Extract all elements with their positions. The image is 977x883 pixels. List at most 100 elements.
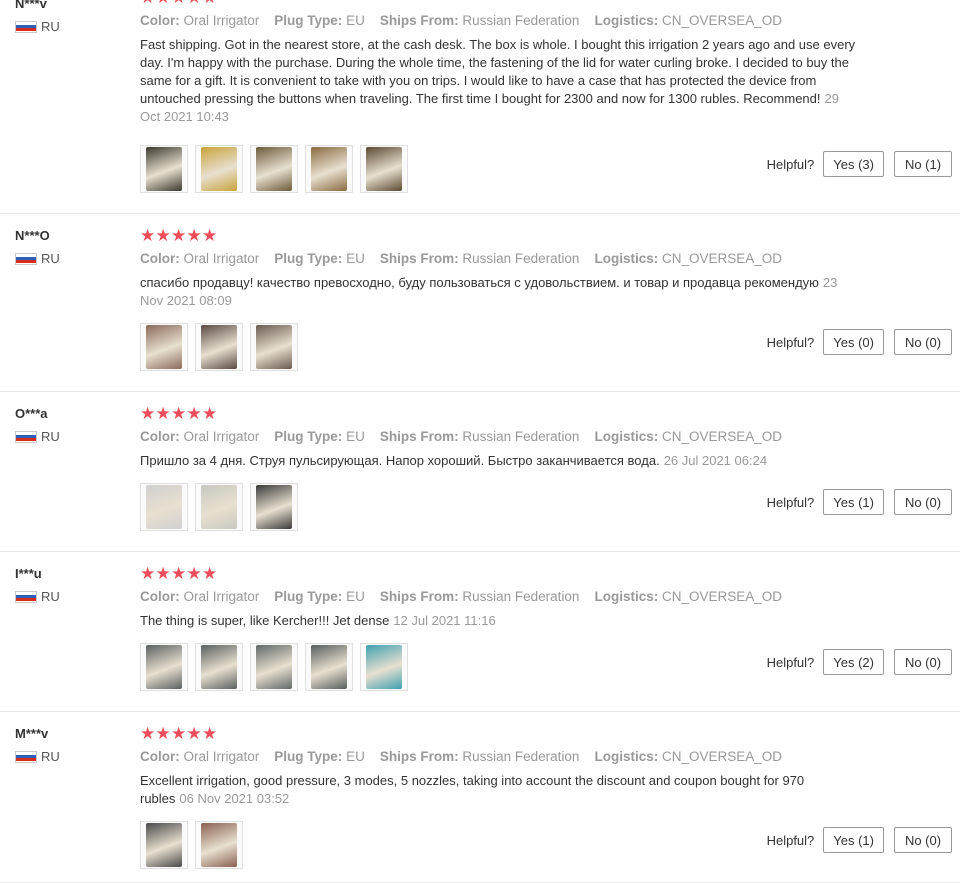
photo-image: [146, 645, 182, 689]
attr-logistics: Logistics: CN_OVERSEA_OD: [594, 748, 782, 766]
star-rating: ★★★★★: [140, 564, 860, 584]
reviewer-country: RU: [15, 19, 125, 34]
review-photo-thumbnail[interactable]: [140, 483, 188, 531]
star-icon: ★: [202, 225, 218, 246]
attr-plug-type: Plug Type: EU: [274, 588, 365, 606]
review-photo-thumbnail[interactable]: [250, 643, 298, 691]
review-photo-thumbnail[interactable]: [195, 643, 243, 691]
attr-plug-type-label: Plug Type:: [274, 13, 343, 28]
review-photo-thumbnail[interactable]: [140, 821, 188, 869]
review-photo-thumbnail[interactable]: [195, 323, 243, 371]
attr-plug-type-label: Plug Type:: [274, 251, 343, 266]
review-photo-thumbnail[interactable]: [140, 145, 188, 193]
attr-logistics: Logistics: CN_OVERSEA_OD: [594, 428, 782, 446]
review-body: The thing is super, like Kercher!!! Jet …: [140, 613, 390, 628]
attr-ships-from-value: Russian Federation: [462, 589, 580, 604]
star-icon: ★: [155, 563, 171, 584]
review-photo-thumbnail[interactable]: [195, 145, 243, 193]
star-icon: ★: [171, 563, 187, 584]
attr-ships-from-value: Russian Federation: [462, 13, 580, 28]
helpful-no-button[interactable]: No (0): [894, 329, 952, 355]
star-icon: ★: [186, 723, 202, 744]
review-photo-thumbnail[interactable]: [305, 145, 353, 193]
helpful-votes: Helpful? Yes (1) No (0): [767, 489, 952, 515]
review-photo-thumbnail[interactable]: [250, 145, 298, 193]
review-item: O***a RU ★ ★ ★ ★ ★ Color: Oral Irrigator Plug Ty…: [0, 392, 960, 552]
star-icon: ★: [140, 225, 156, 246]
review-photo-thumbnail[interactable]: [250, 323, 298, 371]
russia-flag-icon: [15, 20, 37, 33]
russia-flag-icon: [15, 252, 37, 265]
helpful-label: Helpful?: [766, 156, 815, 172]
review-photo-thumbnail[interactable]: [360, 145, 408, 193]
helpful-no-button[interactable]: No (0): [894, 489, 952, 515]
attr-logistics-label: Logistics:: [594, 749, 659, 764]
attr-ships-from-label: Ships From:: [379, 251, 459, 266]
attr-color-label: Color:: [140, 251, 180, 266]
attr-ships-from-label: Ships From:: [379, 589, 459, 604]
review-photo-thumbnail[interactable]: [250, 483, 298, 531]
attr-plug-type: Plug Type: EU: [274, 428, 365, 446]
review-body: Fast shipping. Got in the nearest store,…: [140, 37, 856, 106]
review-content: ★★★★★Color: Oral IrrigatorPlug Type: EUS…: [140, 404, 860, 470]
star-icon: ★: [186, 403, 202, 424]
star-icon: ★: [186, 563, 202, 584]
review-photo-thumbnail[interactable]: [195, 483, 243, 531]
attr-ships-from: Ships From: Russian Federation: [380, 12, 580, 30]
helpful-no-button[interactable]: No (0): [894, 649, 952, 675]
attr-ships-from-label: Ships From:: [379, 749, 459, 764]
reviewer-info: O***a RU: [15, 404, 125, 444]
helpful-yes-button[interactable]: Yes (2): [823, 649, 884, 675]
reviewer-info: M***v RU: [15, 724, 125, 764]
reviewer-country: RU: [15, 429, 125, 444]
reviewer-country: RU: [15, 749, 125, 764]
helpful-yes-button[interactable]: Yes (1): [823, 489, 884, 515]
review-photos: [140, 323, 305, 371]
attr-color-label: Color:: [140, 429, 180, 444]
photo-image: [201, 325, 237, 369]
helpful-no-button[interactable]: No (0): [894, 827, 952, 853]
review-photo-thumbnail[interactable]: [195, 821, 243, 869]
review-text: Excellent irrigation, good pressure, 3 m…: [140, 772, 860, 808]
review-photo-thumbnail[interactable]: [305, 643, 353, 691]
review-item: N***O RU ★ ★ ★ ★ ★ Color: Oral Irrigator Plug Ty…: [0, 214, 960, 392]
photo-image: [146, 485, 182, 529]
attr-logistics-label: Logistics:: [594, 13, 659, 28]
helpful-label: Helpful?: [766, 334, 815, 350]
helpful-votes: Helpful? Yes (1) No (0): [767, 827, 952, 853]
photo-image: [256, 485, 292, 529]
review-date: 12 Jul 2021 11:16: [393, 613, 496, 628]
country-code: RU: [41, 429, 60, 444]
helpful-label: Helpful?: [766, 832, 815, 848]
review-content: ★★★★★Color: Oral IrrigatorPlug Type: EUS…: [140, 226, 860, 310]
attr-plug-type: Plug Type: EU: [274, 748, 365, 766]
review-photo-thumbnail[interactable]: [140, 643, 188, 691]
star-icon: ★: [156, 0, 172, 7]
review-photo-thumbnail[interactable]: [140, 323, 188, 371]
helpful-label: Helpful?: [766, 654, 815, 670]
star-icon: ★: [202, 563, 218, 584]
review-body: Пришло за 4 дня. Струя пульсирующая. Нап…: [140, 453, 660, 468]
attr-plug-type: Plug Type: EU: [274, 250, 365, 268]
reviewer-name: N***O: [15, 228, 50, 243]
review-photos: [140, 821, 250, 869]
reviewer-info: N***v RU: [15, 0, 125, 34]
helpful-yes-button[interactable]: Yes (3): [823, 151, 884, 177]
helpful-yes-button[interactable]: Yes (1): [823, 827, 884, 853]
review-photo-thumbnail[interactable]: [360, 643, 408, 691]
attr-logistics: Logistics: CN_OVERSEA_OD: [594, 12, 782, 30]
helpful-yes-button[interactable]: Yes (0): [823, 329, 884, 355]
attr-ships-from-label: Ships From:: [379, 13, 459, 28]
attr-color-value: Oral Irrigator: [183, 749, 260, 764]
star-icon: ★: [155, 403, 171, 424]
star-icon: ★: [171, 0, 187, 7]
star-rating: ★★★★★: [140, 724, 860, 744]
russia-flag-icon: [15, 590, 37, 603]
attr-color: Color: Oral Irrigator: [140, 250, 259, 268]
product-attributes: Color: Oral Irrigator Plug Type: EU Ships …: [140, 428, 860, 446]
star-icon: ★: [186, 225, 202, 246]
photo-image: [146, 147, 182, 191]
helpful-no-button[interactable]: No (1): [894, 151, 952, 177]
reviewer-info: N***O RU: [15, 226, 125, 266]
attr-plug-type-value: EU: [346, 13, 365, 28]
